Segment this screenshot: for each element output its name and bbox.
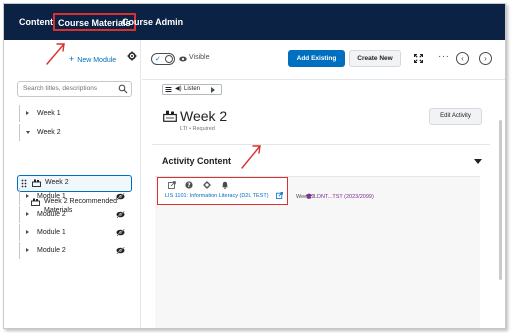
app-window: Content Course Materials Course Admin + N… xyxy=(3,3,506,329)
lti-link-card: ? LIS 1101: Information Literacy (D2L TE… xyxy=(157,177,288,205)
hidden-eye-icon xyxy=(116,193,125,200)
hidden-eye-icon xyxy=(116,247,125,254)
expand-arrow-icon[interactable] xyxy=(26,111,29,115)
sidebar-item-label: Week 2 xyxy=(37,129,61,136)
help-icon[interactable]: ? xyxy=(185,181,193,189)
expand-arrow-icon[interactable] xyxy=(26,248,29,252)
expand-arrow-icon[interactable] xyxy=(26,194,29,198)
hidden-eye-icon xyxy=(116,229,125,236)
collapse-arrow-icon[interactable] xyxy=(26,131,30,134)
drag-handle-icon[interactable] xyxy=(21,179,27,188)
sidebar-item-label: Module 1 xyxy=(37,193,66,200)
search-placeholder: Search titles, descriptions xyxy=(23,85,98,92)
sidebar-item-label: Week 1 xyxy=(37,110,61,117)
toggle-knob xyxy=(165,55,173,63)
gear-icon[interactable] xyxy=(127,51,137,61)
top-navigation: Content Course Materials Course Admin xyxy=(4,4,505,40)
activity-icon xyxy=(32,179,41,187)
page-title: Week 2 xyxy=(180,108,228,124)
sidebar-item-module-1[interactable]: Module 1 xyxy=(19,188,131,205)
more-options-icon[interactable]: ··· xyxy=(438,52,450,62)
add-existing-button[interactable]: Add Existing xyxy=(288,50,345,67)
new-module-button[interactable]: + New Module xyxy=(69,54,116,64)
main-panel: ✓ Visible Add Existing Create New ··· ‹ xyxy=(142,40,505,328)
activity-content-heading: Activity Content xyxy=(162,156,232,166)
gear-icon[interactable] xyxy=(203,181,211,189)
divider xyxy=(152,144,490,145)
external-link-icon[interactable] xyxy=(276,192,283,199)
check-icon: ✓ xyxy=(155,56,161,63)
sidebar-item-module-1[interactable]: Module 1 xyxy=(19,224,131,241)
menu-icon[interactable] xyxy=(165,86,172,93)
speaker-icon: ◀) xyxy=(175,86,182,92)
open-link-icon[interactable] xyxy=(168,181,176,189)
listen-label[interactable]: Listen xyxy=(184,85,200,94)
new-module-label: New Module xyxy=(77,57,117,64)
course-link[interactable]: LDNT...TST (2023/2099) xyxy=(314,194,374,200)
nav-course-admin[interactable]: Course Admin xyxy=(122,4,183,40)
svg-text:?: ? xyxy=(187,182,191,189)
play-icon[interactable] xyxy=(211,87,215,93)
next-button[interactable]: › xyxy=(479,52,492,65)
plus-icon: + xyxy=(69,54,75,64)
search-input[interactable]: Search titles, descriptions xyxy=(17,81,132,97)
previous-button[interactable]: ‹ xyxy=(456,52,469,65)
fullscreen-icon[interactable] xyxy=(414,54,423,63)
sidebar-item-week-1[interactable]: Week 1 xyxy=(19,105,131,122)
hidden-eye-icon xyxy=(116,211,125,218)
eye-icon xyxy=(179,56,187,62)
visibility-toggle[interactable]: ✓ xyxy=(151,53,175,65)
listen-widget[interactable]: ◀) Listen xyxy=(162,84,222,95)
nav-content[interactable]: Content xyxy=(19,4,53,40)
activity-icon xyxy=(163,110,177,122)
lti-link[interactable]: LIS 1101: Information Literacy (D2L TEST… xyxy=(165,193,269,199)
search-icon[interactable] xyxy=(118,84,128,94)
sidebar-item-label: Module 2 xyxy=(37,211,66,218)
graduation-cap-icon xyxy=(305,193,313,199)
bell-icon[interactable] xyxy=(221,181,229,189)
activity-type-label: LTI • Required xyxy=(180,126,215,132)
visible-label: Visible xyxy=(189,54,210,61)
sidebar-item-week-2[interactable]: Week 2 xyxy=(19,124,131,141)
edit-activity-button[interactable]: Edit Activity xyxy=(429,108,482,125)
scrollbar[interactable] xyxy=(499,120,502,280)
sidebar-item-module-2[interactable]: Module 2 xyxy=(19,242,131,259)
create-new-button[interactable]: Create New xyxy=(349,50,401,67)
main-toolbar: ✓ Visible Add Existing Create New ··· ‹ xyxy=(142,40,505,80)
expand-arrow-icon[interactable] xyxy=(26,230,29,234)
sidebar-item-module-2[interactable]: Module 2 xyxy=(19,206,131,223)
sidebar: + New Module Search titles, descriptions … xyxy=(4,40,141,328)
chevron-down-icon[interactable] xyxy=(474,159,482,164)
expand-arrow-icon[interactable] xyxy=(26,212,29,216)
sidebar-item-label: Module 1 xyxy=(37,229,66,236)
sidebar-item-label: Module 2 xyxy=(37,247,66,254)
